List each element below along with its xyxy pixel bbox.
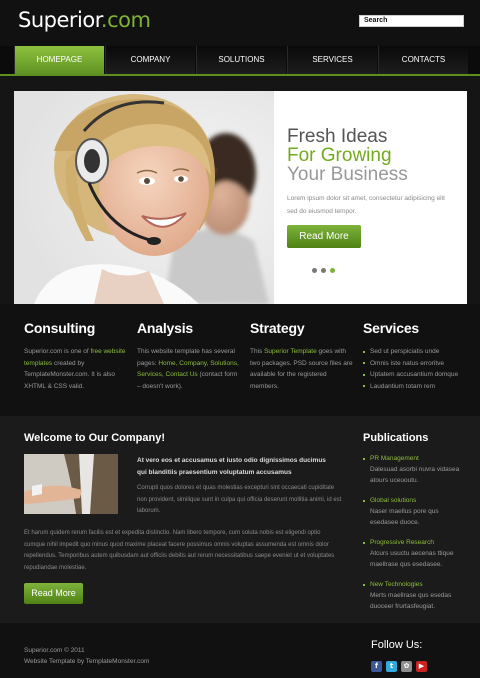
- list-item[interactable]: Sed ut perspiciatis unde: [363, 346, 468, 358]
- publication-link[interactable]: Global solutions: [363, 495, 463, 506]
- nav-services[interactable]: SERVICES: [287, 46, 377, 74]
- publication-desc: Merts maellrase qus esedas duoceer frurt…: [370, 592, 452, 610]
- search-input[interactable]: Search: [359, 15, 464, 27]
- hero-photo: [14, 91, 274, 304]
- site-header: Superior.com Search: [0, 0, 480, 46]
- superior-template-link[interactable]: Superior Template: [264, 348, 317, 355]
- feature-text: This website template has several pages:…: [137, 346, 242, 392]
- hero-line-3: Your Business: [287, 164, 408, 185]
- publication-link[interactable]: PR Management: [363, 453, 463, 464]
- feature-text: This Superior Template goes with two pac…: [250, 346, 355, 392]
- slider-dot-1[interactable]: [312, 268, 317, 273]
- welcome-subtext: Corrupti quos dolores et quas molestias …: [137, 485, 342, 514]
- list-item[interactable]: Laudantium totam rem: [363, 381, 468, 393]
- template-credit-link[interactable]: Website Template by TemplateMonster.com: [24, 656, 149, 667]
- publications-title: Publications: [363, 432, 429, 444]
- feature-services: Services Sed ut perspiciatis unde Omnis …: [363, 320, 468, 392]
- publication-desc: Naser maellus pore qus esedasee duoce.: [370, 508, 439, 526]
- main-nav: HOMEPAGE COMPANY SOLUTIONS SERVICES CONT…: [0, 46, 480, 76]
- youtube-icon[interactable]: ▶: [416, 661, 427, 672]
- list-item: Global solutions Naser maellus pore qus …: [363, 495, 463, 528]
- copyright-text: Superior.com © 2011: [24, 647, 85, 654]
- slider-dot-2[interactable]: [321, 268, 326, 273]
- feature-title: Consulting: [24, 320, 96, 336]
- slider-pagination: [312, 260, 339, 278]
- feature-text: Superior.com is one of free website temp…: [24, 346, 129, 392]
- feature-title: Strategy: [250, 320, 305, 336]
- logo-main: Superior: [18, 8, 101, 32]
- feature-analysis: Analysis This website template has sever…: [137, 320, 242, 392]
- feature-text-part: Superior.com is one of: [24, 348, 91, 355]
- hero-line-1: Fresh Ideas: [287, 126, 388, 147]
- site-logo[interactable]: Superior.com: [18, 8, 151, 32]
- hero-read-more-button[interactable]: Read More: [287, 225, 361, 248]
- handshake-image: [24, 454, 118, 514]
- facebook-icon[interactable]: f: [371, 661, 382, 672]
- feature-title: Services: [363, 320, 420, 336]
- hero-line-2: For Growing: [287, 145, 392, 166]
- list-item: PR Management Dalesuad asorbi nuvra vida…: [363, 453, 463, 486]
- list-item: Progressive Research Atcurs usuctu aecen…: [363, 537, 463, 570]
- site-footer: Superior.com © 2011 Website Template by …: [0, 623, 480, 678]
- nav-contacts[interactable]: CONTACTS: [378, 46, 468, 74]
- twitter-icon[interactable]: t: [386, 661, 397, 672]
- hero-description: Lorem ipsum dolor sit amet, consectetur …: [287, 195, 445, 215]
- feature-consulting: Consulting Superior.com is one of free w…: [24, 320, 129, 392]
- nav-solutions[interactable]: SOLUTIONS: [196, 46, 286, 74]
- publication-link[interactable]: New Technologies: [363, 579, 463, 590]
- nav-company[interactable]: COMPANY: [105, 46, 195, 74]
- slider-dot-3[interactable]: [330, 268, 335, 273]
- copyright: Superior.com © 2011 Website Template by …: [24, 645, 149, 667]
- hero-headline: Fresh Ideas For Growing Your Business: [287, 127, 408, 184]
- features-strip: Consulting Superior.com is one of free w…: [0, 304, 480, 416]
- feature-title: Analysis: [137, 320, 193, 336]
- list-item[interactable]: Uptatem accusantium domque: [363, 369, 468, 381]
- welcome-read-more-button[interactable]: Read More: [24, 583, 83, 604]
- social-links: f t ✿ ▶: [371, 655, 431, 673]
- list-item: New Technologies Merts maellrase qus ese…: [363, 579, 463, 612]
- nav-homepage[interactable]: HOMEPAGE: [14, 46, 104, 74]
- list-item[interactable]: Omnis iste natus erroritve: [363, 358, 468, 370]
- picasa-icon[interactable]: ✿: [401, 661, 412, 672]
- logo-accent: .com: [100, 8, 151, 32]
- publication-desc: Dalesuad asorbi nuvra vidasea atours uce…: [370, 466, 460, 484]
- welcome-intro: At vero eos et accusamus et iusto odio d…: [137, 457, 326, 476]
- publication-desc: Atcurs usuctu aecenas ttique maellrase q…: [370, 550, 454, 568]
- hero-slider: Fresh Ideas For Growing Your Business Lo…: [14, 91, 467, 304]
- follow-us-label: Follow Us:: [371, 639, 423, 651]
- publications-list: PR Management Dalesuad asorbi nuvra vida…: [363, 453, 463, 621]
- welcome-paragraph: Et harum quidem rerum facilis est et exp…: [24, 530, 335, 571]
- feature-strategy: Strategy This Superior Template goes wit…: [250, 320, 355, 392]
- welcome-title: Welcome to Our Company!: [24, 432, 165, 444]
- feature-text-part: This: [250, 348, 265, 355]
- publication-link[interactable]: Progressive Research: [363, 537, 463, 548]
- services-list: Sed ut perspiciatis unde Omnis iste natu…: [363, 346, 468, 392]
